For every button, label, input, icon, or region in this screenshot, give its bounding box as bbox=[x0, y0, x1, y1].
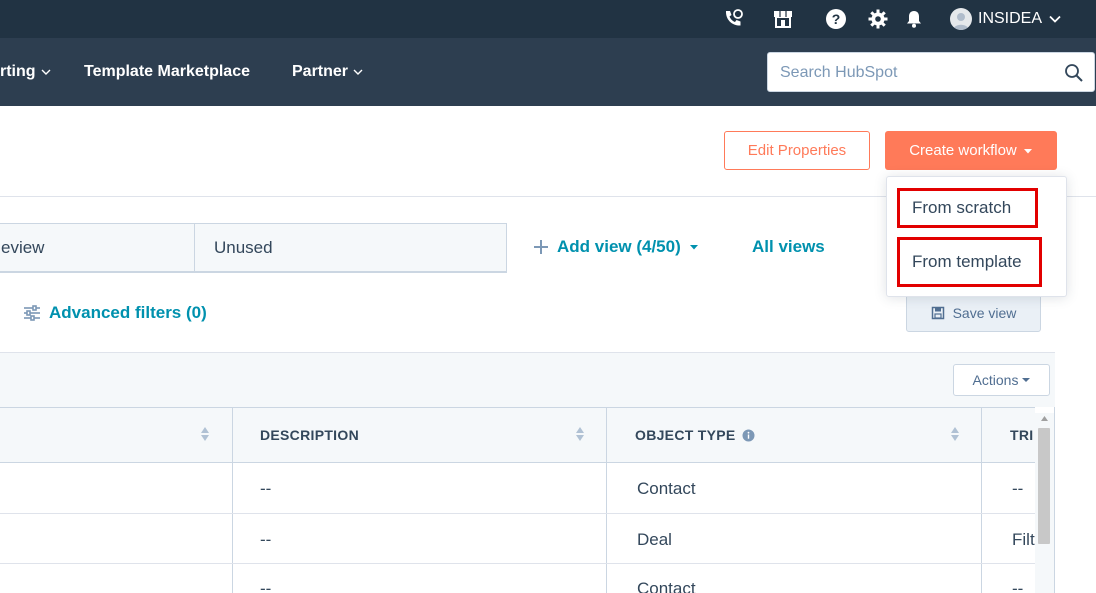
menu-item-from-template[interactable]: From template bbox=[897, 237, 1042, 287]
notifications-icon[interactable] bbox=[903, 8, 925, 30]
sort-icon[interactable] bbox=[575, 424, 585, 444]
all-views-label: All views bbox=[752, 237, 825, 256]
global-search[interactable] bbox=[767, 52, 1095, 93]
table-actions-bar bbox=[0, 352, 1055, 407]
advanced-filters-button[interactable]: Advanced filters (0) bbox=[23, 300, 207, 326]
advanced-filters-label: Advanced filters (0) bbox=[49, 303, 207, 322]
nav-item-label: Partner bbox=[292, 63, 349, 80]
info-icon[interactable] bbox=[742, 429, 755, 442]
actions-label: Actions bbox=[972, 372, 1019, 388]
cell-trigger: -- bbox=[1012, 579, 1024, 593]
settings-icon[interactable] bbox=[867, 8, 889, 30]
cell-object-type: Deal bbox=[637, 530, 672, 549]
marketplace-icon[interactable] bbox=[772, 8, 794, 30]
edit-properties-button[interactable]: Edit Properties bbox=[724, 131, 870, 170]
tabs-baseline bbox=[0, 272, 507, 273]
caret-down-icon bbox=[1023, 148, 1032, 153]
nav-item-reporting[interactable]: rting bbox=[0, 38, 52, 106]
nav-item-partner[interactable]: Partner bbox=[292, 38, 364, 106]
calling-icon[interactable] bbox=[722, 8, 744, 30]
nav-item-label: Template Marketplace bbox=[84, 63, 250, 80]
save-icon bbox=[931, 306, 944, 319]
table-row[interactable]: -- Deal Filt bbox=[0, 514, 1035, 563]
actions-dropdown-button[interactable]: Actions bbox=[953, 364, 1050, 396]
add-view-button[interactable]: Add view (4/50) bbox=[533, 234, 699, 260]
column-header-label: OBJECT TYPE bbox=[635, 427, 736, 443]
menu-item-label: From template bbox=[912, 252, 1022, 271]
column-header-trigger[interactable]: TRI bbox=[1010, 407, 1035, 463]
filter-sliders-icon bbox=[24, 305, 40, 321]
cell-description: -- bbox=[260, 479, 272, 498]
scrollbar-thumb[interactable] bbox=[1038, 428, 1050, 544]
avatar bbox=[950, 8, 972, 30]
top-utility-bar bbox=[0, 0, 1096, 38]
cell-description: -- bbox=[260, 530, 272, 549]
caret-down-icon bbox=[1022, 378, 1031, 382]
table-row[interactable]: -- Contact -- bbox=[0, 463, 1035, 513]
create-workflow-button[interactable]: Create workflow bbox=[885, 131, 1057, 170]
column-header-object-type[interactable]: OBJECT TYPE bbox=[635, 407, 755, 463]
scroll-up-arrow-icon[interactable] bbox=[1040, 415, 1049, 423]
nav-item-label: rting bbox=[0, 63, 36, 80]
help-icon[interactable]: ? bbox=[825, 8, 847, 30]
cell-trigger: Filt bbox=[1012, 530, 1035, 549]
plus-icon bbox=[534, 240, 548, 254]
nav-item-template-marketplace[interactable]: Template Marketplace bbox=[84, 38, 250, 106]
save-view-button[interactable]: Save view bbox=[906, 293, 1041, 332]
tab-label: Unused bbox=[214, 237, 273, 257]
table-header bbox=[0, 407, 1035, 463]
create-workflow-label: Create workflow bbox=[909, 142, 1017, 159]
account-menu[interactable]: INSIDEA bbox=[950, 7, 1062, 31]
tab-view-unused[interactable]: Unused bbox=[194, 223, 507, 272]
cell-description: -- bbox=[260, 579, 272, 593]
caret-down-icon bbox=[689, 245, 698, 250]
cell-object-type: Contact bbox=[637, 479, 696, 498]
column-header-label: DESCRIPTION bbox=[260, 427, 359, 443]
column-header-label: TRI bbox=[1010, 427, 1034, 443]
add-view-label: Add view (4/50) bbox=[557, 237, 681, 256]
search-input[interactable] bbox=[768, 53, 1062, 93]
tab-view-overview[interactable]: eview bbox=[0, 223, 195, 272]
save-view-label: Save view bbox=[952, 304, 1017, 321]
account-name: INSIDEA bbox=[978, 10, 1043, 27]
search-icon[interactable] bbox=[1064, 63, 1084, 83]
chevron-down-icon bbox=[41, 69, 51, 75]
cell-object-type: Contact bbox=[637, 579, 696, 593]
column-header-description[interactable]: DESCRIPTION bbox=[260, 407, 359, 463]
sort-icon[interactable] bbox=[200, 424, 210, 444]
svg-text:?: ? bbox=[832, 11, 841, 27]
menu-item-from-scratch[interactable]: From scratch bbox=[897, 188, 1038, 228]
edit-properties-label: Edit Properties bbox=[747, 142, 847, 159]
chevron-down-icon bbox=[353, 69, 363, 75]
all-views-link[interactable]: All views bbox=[752, 234, 825, 260]
sort-icon[interactable] bbox=[950, 424, 960, 444]
chevron-down-icon bbox=[1049, 15, 1061, 23]
tab-label: eview bbox=[1, 237, 45, 257]
cell-trigger: -- bbox=[1012, 479, 1024, 498]
menu-item-label: From scratch bbox=[912, 198, 1012, 217]
table-row[interactable]: -- Contact -- bbox=[0, 564, 1035, 593]
